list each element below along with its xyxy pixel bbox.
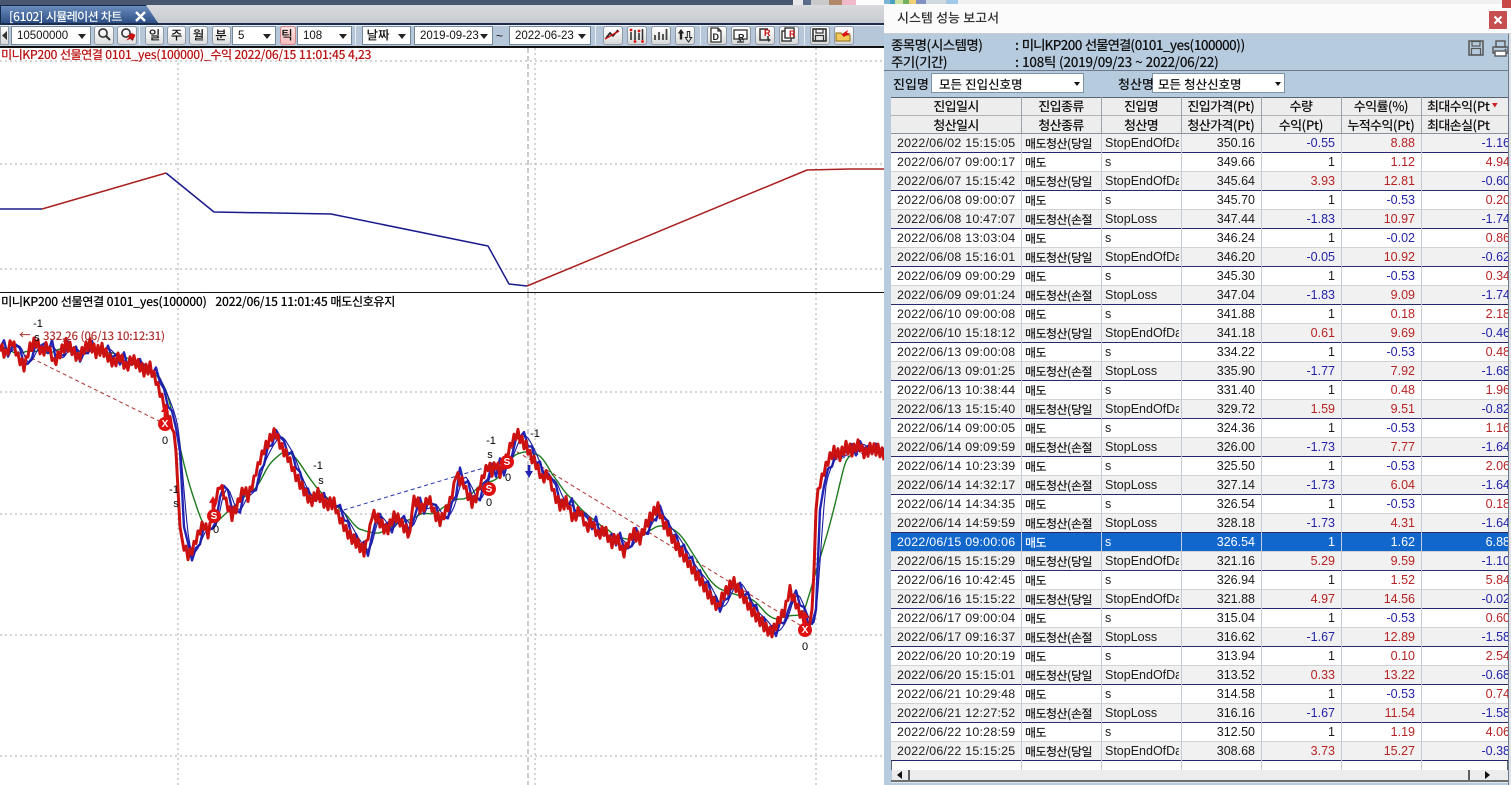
svg-text:S: S [211,511,218,522]
svg-text:0: 0 [505,472,511,484]
svg-text:-1: -1 [169,484,179,496]
svg-text:0: 0 [162,435,168,447]
svg-text:S: S [504,457,511,468]
svg-text:X: X [802,625,809,636]
svg-text:s: s [318,475,324,487]
svg-text:0: 0 [213,524,219,536]
svg-text:-1: -1 [33,318,43,330]
svg-text:s: s [173,498,179,510]
svg-text:s: s [487,449,493,461]
svg-text:S: S [486,484,493,495]
svg-text:0: 0 [802,641,808,653]
svg-text:-1: -1 [313,460,323,472]
svg-text:s: s [34,332,40,344]
svg-text:0: 0 [486,497,492,509]
svg-text:-1: -1 [530,428,540,440]
svg-text:X: X [162,419,169,430]
svg-text:-1: -1 [486,435,496,447]
